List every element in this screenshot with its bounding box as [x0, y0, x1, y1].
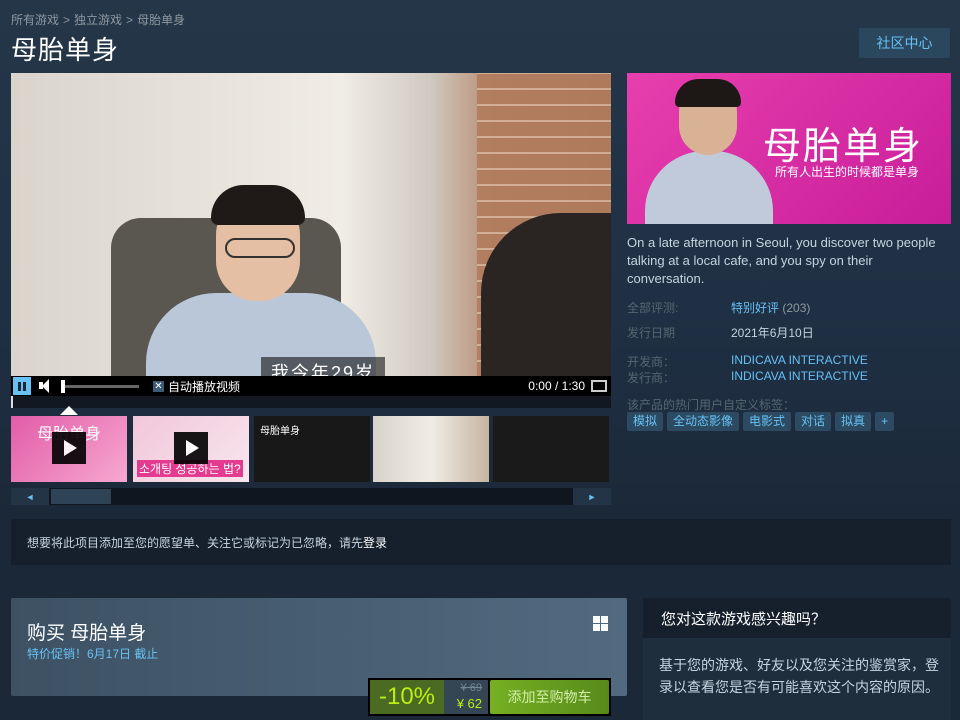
video-controls: ✕ 自动播放视频 0:00 / 1:30 — [11, 376, 611, 396]
final-price: ¥ 62 — [456, 696, 482, 711]
discount-badge: -10% — [370, 680, 444, 714]
thumbnail-screenshot-3[interactable] — [493, 416, 609, 482]
add-to-cart-button[interactable]: 添加至购物车 — [490, 680, 609, 714]
volume-knob[interactable] — [61, 379, 65, 393]
tag-cinematic[interactable]: 电影式 — [743, 412, 792, 431]
login-prompt-text: 想要将此项目添加至您的愿望单、关注它或标记为已忽略，请先 — [27, 535, 364, 550]
capsule-subtitle: 所有人出生的时候都是单身 — [775, 165, 920, 179]
tag-realistic[interactable]: 拟真 — [835, 412, 872, 431]
breadcrumb-separator: > — [63, 13, 71, 27]
reviews-value[interactable]: 特别好评 — [731, 301, 779, 315]
developer-link[interactable]: INDICAVA INTERACTIVE — [731, 353, 868, 367]
release-date-label: 发行日期 — [627, 326, 676, 340]
scrollbar-thumb[interactable] — [51, 489, 111, 504]
mute-icon[interactable] — [37, 377, 57, 395]
autoplay-checkbox[interactable]: ✕ — [153, 380, 164, 392]
video-progress-marker — [11, 396, 13, 408]
play-icon — [174, 432, 208, 464]
breadcrumb-item-current[interactable]: 母胎单身 — [137, 13, 185, 27]
interest-panel: 您对这款游戏感兴趣吗？ 基于您的游戏、好友以及您关注的鉴赏家，登录以查看您是否有… — [643, 598, 951, 720]
release-date-value: 2021年6月10日 — [731, 326, 814, 340]
video-progress-bar[interactable] — [11, 396, 611, 408]
thumbnail-caption: 母胎单身 — [260, 426, 300, 437]
thumbnail-video-2[interactable]: 소개팅 성공하는 법? — [133, 416, 249, 482]
tag-dialogue[interactable]: 对话 — [795, 412, 832, 431]
volume-slider[interactable] — [61, 379, 139, 393]
community-hub-button[interactable]: 社区中心 — [859, 28, 950, 58]
capsule-title: 母胎单身 — [763, 124, 924, 168]
purchase-title: 购买 母胎单身 — [27, 623, 147, 644]
breadcrumb-separator: > — [126, 13, 134, 27]
login-link[interactable]: 登录 — [363, 534, 387, 551]
reviews-count: (203) — [782, 301, 811, 315]
video-time: 0:00 / 1:30 — [528, 379, 585, 393]
interest-body: 基于您的游戏、好友以及您关注的鉴赏家，登录以查看您是否有可能喜欢这个内容的原因。 — [659, 657, 939, 695]
page-title: 母胎单身 — [11, 35, 120, 65]
tags-label: 该产品的热门用户自定义标签： — [627, 398, 796, 412]
breadcrumb-item-indie[interactable]: 独立游戏 — [74, 13, 122, 27]
breadcrumb: 所有游戏 > 独立游戏 > 母胎单身 — [11, 11, 185, 28]
windows-icon — [593, 616, 608, 631]
publisher-label: 发行商： — [627, 371, 676, 385]
game-description: On a late afternoon in Seoul, you discov… — [627, 235, 936, 286]
thumbnail-video-1[interactable]: 母胎单身 — [11, 416, 127, 482]
thumbnail-screenshot-1[interactable]: 母胎单身 — [254, 416, 370, 482]
video-player[interactable]: 我今年29岁 — [11, 73, 611, 376]
interest-title: 您对这款游戏感兴趣吗？ — [643, 598, 951, 638]
developer-label: 开发商： — [627, 355, 676, 369]
reviews-label: 全部评测: — [627, 301, 679, 315]
capsule-person-hair — [675, 79, 741, 107]
video-frame-glasses — [225, 238, 295, 258]
scroll-left-arrow-icon[interactable]: ◄ — [11, 488, 49, 505]
reviews-summary[interactable]: 特别好评 (203) — [731, 299, 810, 316]
login-prompt: 想要将此项目添加至您的愿望单、关注它或标记为已忽略，请先 登录 — [11, 519, 951, 565]
sale-deadline: 特价促销！6月17日 截止 — [27, 647, 159, 661]
original-price: ¥ 69 — [460, 682, 482, 694]
price-block: ¥ 69 ¥ 62 — [444, 680, 488, 714]
video-frame-person-hair — [211, 185, 305, 225]
capsule-person-body — [645, 151, 773, 224]
tag-simulation[interactable]: 模拟 — [627, 412, 664, 431]
buy-action: -10% ¥ 69 ¥ 62 添加至购物车 — [368, 678, 611, 716]
selected-thumb-arrow-icon — [60, 406, 78, 415]
publisher-link[interactable]: INDICAVA INTERACTIVE — [731, 369, 868, 383]
tag-fmv[interactable]: 全动态影像 — [667, 412, 740, 431]
thumbnail-scrollbar[interactable]: ◄ ► — [11, 488, 611, 505]
play-icon — [52, 432, 86, 464]
video-subtitle: 我今年29岁 — [261, 357, 386, 376]
scroll-right-arrow-icon[interactable]: ► — [573, 488, 611, 505]
fullscreen-icon[interactable] — [591, 380, 607, 392]
tag-list: 模拟 全动态影像 电影式 对话 拟真 + — [627, 412, 895, 431]
pause-icon[interactable] — [13, 377, 31, 395]
thumbnail-background — [493, 416, 609, 482]
breadcrumb-item-all-games[interactable]: 所有游戏 — [11, 13, 59, 27]
media-thumbnail-strip: 母胎单身 소개팅 성공하는 법? 母胎单身 — [11, 416, 611, 482]
thumbnail-background — [373, 416, 489, 482]
autoplay-label[interactable]: 自动播放视频 — [168, 378, 240, 395]
thumbnail-screenshot-2[interactable] — [373, 416, 489, 482]
game-capsule-image: 母胎单身 所有人出生的时候都是单身 — [627, 73, 951, 224]
tag-add-button[interactable]: + — [875, 412, 895, 431]
